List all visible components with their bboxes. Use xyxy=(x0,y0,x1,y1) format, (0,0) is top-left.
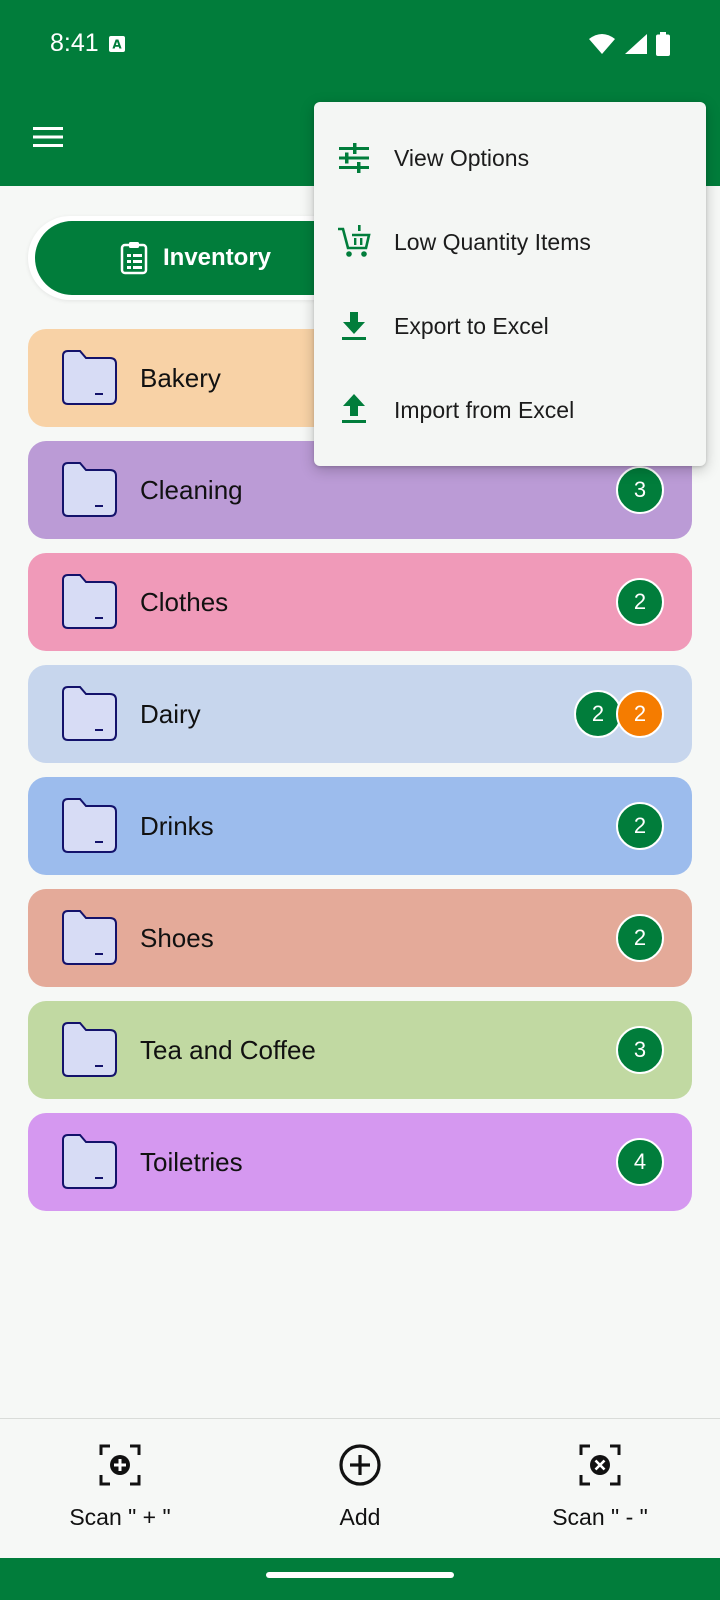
category-row-clothes[interactable]: Clothes 2 xyxy=(28,553,692,651)
gesture-bar xyxy=(0,1558,720,1600)
category-name: Drinks xyxy=(140,811,214,841)
count-badge: 2 xyxy=(616,802,664,850)
category-name: Shoes xyxy=(140,923,214,953)
folder-icon xyxy=(62,574,117,629)
svg-text:A: A xyxy=(112,38,122,52)
cart-icon xyxy=(338,225,371,257)
category-row-tea-and-coffee[interactable]: Tea and Coffee 3 xyxy=(28,1001,692,1099)
scan-minus-button[interactable]: Scan " - " xyxy=(500,1419,700,1559)
folder-icon xyxy=(62,686,117,741)
category-name: Tea and Coffee xyxy=(140,1035,316,1065)
clipboard-list-icon xyxy=(120,242,148,275)
count-badge: 2 xyxy=(616,914,664,962)
overflow-menu: View Options Low Quantity Items Export t… xyxy=(314,102,706,466)
gesture-handle[interactable] xyxy=(266,1572,454,1578)
menu-item-label: Export to Excel xyxy=(394,312,549,339)
category-row-shoes[interactable]: Shoes 2 xyxy=(28,889,692,987)
download-icon xyxy=(342,312,366,340)
count-badge: 4 xyxy=(616,1138,664,1186)
count-badges: 2 xyxy=(616,578,664,626)
count-badges: 3 xyxy=(616,466,664,514)
cellular-signal-icon xyxy=(625,34,647,54)
bottom-navigation: Scan " + " Add Scan " - " xyxy=(0,1418,720,1559)
count-badge: 2 xyxy=(574,690,622,738)
status-bar: 8:41 A xyxy=(0,0,720,88)
menu-item-label: View Options xyxy=(394,144,530,171)
category-name: Dairy xyxy=(140,699,201,729)
wifi-icon xyxy=(589,34,615,54)
count-badges: 22 xyxy=(574,690,664,738)
category-row-toiletries[interactable]: Toiletries 4 xyxy=(28,1113,692,1211)
hamburger-menu-icon[interactable] xyxy=(30,122,66,152)
folder-icon xyxy=(62,462,117,517)
tab-inventory-label: Inventory xyxy=(162,244,272,271)
folder-icon xyxy=(62,350,117,405)
count-badges: 4 xyxy=(616,1138,664,1186)
folder-icon xyxy=(62,910,117,965)
scan-plus-label: Scan " + " xyxy=(69,1504,171,1530)
count-badges: 2 xyxy=(616,914,664,962)
count-badge: 3 xyxy=(616,466,664,514)
status-icons xyxy=(588,32,670,56)
count-badge: 3 xyxy=(616,1026,664,1074)
category-name: Bakery xyxy=(140,363,221,393)
count-badges: 3 xyxy=(616,1026,664,1074)
add-button[interactable]: Add xyxy=(260,1419,460,1559)
menu-item-import-excel[interactable]: Import from Excel xyxy=(314,368,706,452)
menu-item-label: Low Quantity Items xyxy=(394,228,591,255)
scan-add-icon xyxy=(99,1444,141,1486)
tune-icon xyxy=(339,143,369,173)
add-label: Add xyxy=(339,1504,381,1530)
menu-item-label: Import from Excel xyxy=(394,396,575,423)
category-name: Clothes xyxy=(140,587,229,617)
status-time: 8:41 xyxy=(50,29,99,57)
battery-icon xyxy=(656,32,670,56)
category-name: Cleaning xyxy=(140,475,243,505)
category-name: Toiletries xyxy=(140,1147,243,1177)
keyboard-indicator-icon: A xyxy=(109,36,125,52)
scan-plus-button[interactable]: Scan " + " xyxy=(20,1419,220,1559)
folder-icon xyxy=(62,798,117,853)
tab-inventory[interactable]: Inventory xyxy=(35,221,355,295)
folder-icon xyxy=(62,1134,117,1189)
upload-icon xyxy=(342,394,366,423)
count-badge: 2 xyxy=(616,690,664,738)
menu-item-low-quantity[interactable]: Low Quantity Items xyxy=(314,200,706,284)
menu-item-view-options[interactable]: View Options xyxy=(314,116,706,200)
count-badges: 2 xyxy=(616,802,664,850)
category-row-dairy[interactable]: Dairy 2 2 xyxy=(28,665,692,763)
category-row-drinks[interactable]: Drinks 2 xyxy=(28,777,692,875)
scan-remove-icon xyxy=(579,1444,621,1486)
count-badge: 2 xyxy=(616,578,664,626)
folder-icon xyxy=(62,1022,117,1077)
add-circle-icon xyxy=(339,1444,381,1486)
menu-item-export-excel[interactable]: Export to Excel xyxy=(314,284,706,368)
scan-minus-label: Scan " - " xyxy=(552,1504,648,1530)
